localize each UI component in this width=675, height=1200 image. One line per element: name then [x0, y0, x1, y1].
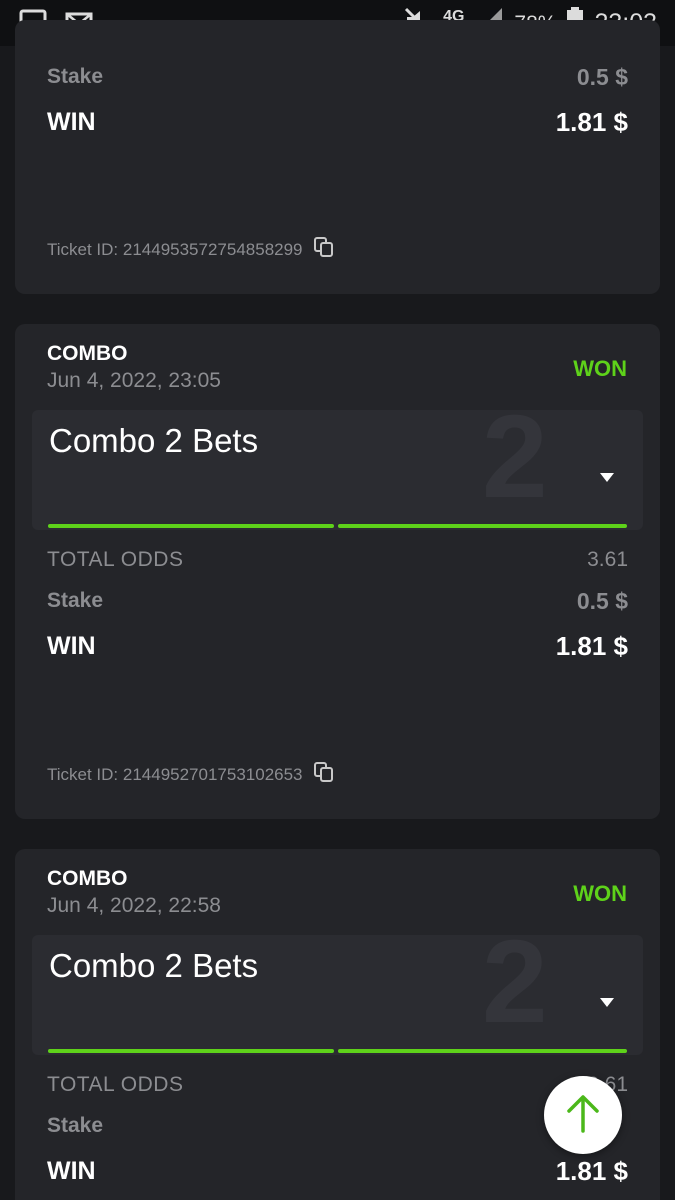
win-value: 1.81 $: [555, 1156, 628, 1186]
leg-progress-bar: [48, 1049, 334, 1053]
stake-value: 0.5 $: [576, 64, 628, 90]
bet-date: Jun 4, 2022, 22:58: [47, 894, 221, 917]
stake-label: Stake: [47, 65, 104, 88]
bet-type: COMBO: [47, 867, 128, 890]
leg-progress-bar: [48, 524, 334, 528]
bet-card: Stake 0.5 $ WIN 1.81 $ Ticket ID: 214495…: [15, 20, 660, 294]
win-label: WIN: [47, 108, 96, 136]
leg-progress-bar: [338, 1049, 627, 1053]
arrow-up-icon: [565, 1093, 601, 1138]
combo-title: Combo 2 Bets: [49, 947, 259, 984]
bet-card: COMBO Jun 4, 2022, 23:05 WON 2 Combo 2 B…: [15, 324, 660, 819]
scroll-to-top-button[interactable]: [544, 1076, 622, 1154]
combo-count-watermark: 2: [482, 935, 548, 1048]
copy-icon[interactable]: [313, 236, 335, 263]
combo-dropdown[interactable]: 2 Combo 2 Bets: [32, 935, 643, 1055]
total-odds-label: TOTAL ODDS: [47, 1073, 184, 1096]
stake-label: Stake: [47, 589, 104, 612]
total-odds-label: TOTAL ODDS: [47, 548, 184, 571]
combo-title: Combo 2 Bets: [49, 422, 259, 459]
status-badge: WON: [573, 881, 627, 906]
stake-value: 0.5 $: [576, 588, 628, 614]
win-value: 1.81 $: [555, 107, 628, 137]
win-value: 1.81 $: [555, 631, 628, 661]
total-odds-value: 3.61: [587, 548, 628, 571]
status-badge: WON: [573, 356, 627, 381]
ticket-id: Ticket ID: 2144952701753102653: [47, 764, 303, 784]
ticket-row: Ticket ID: 2144953572754858299: [47, 236, 335, 263]
win-label: WIN: [47, 632, 96, 660]
win-label: WIN: [47, 1157, 96, 1185]
copy-icon[interactable]: [313, 761, 335, 788]
ticket-id: Ticket ID: 2144953572754858299: [47, 239, 303, 259]
chevron-down-icon[interactable]: [599, 470, 615, 488]
chevron-down-icon[interactable]: [599, 995, 615, 1013]
combo-dropdown[interactable]: 2 Combo 2 Bets: [32, 410, 643, 530]
stake-label: Stake: [47, 1114, 104, 1137]
bet-date: Jun 4, 2022, 23:05: [47, 369, 221, 392]
ticket-row: Ticket ID: 2144952701753102653: [47, 761, 335, 788]
combo-count-watermark: 2: [482, 410, 548, 523]
leg-progress-bar: [338, 524, 627, 528]
bet-type: COMBO: [47, 342, 128, 365]
